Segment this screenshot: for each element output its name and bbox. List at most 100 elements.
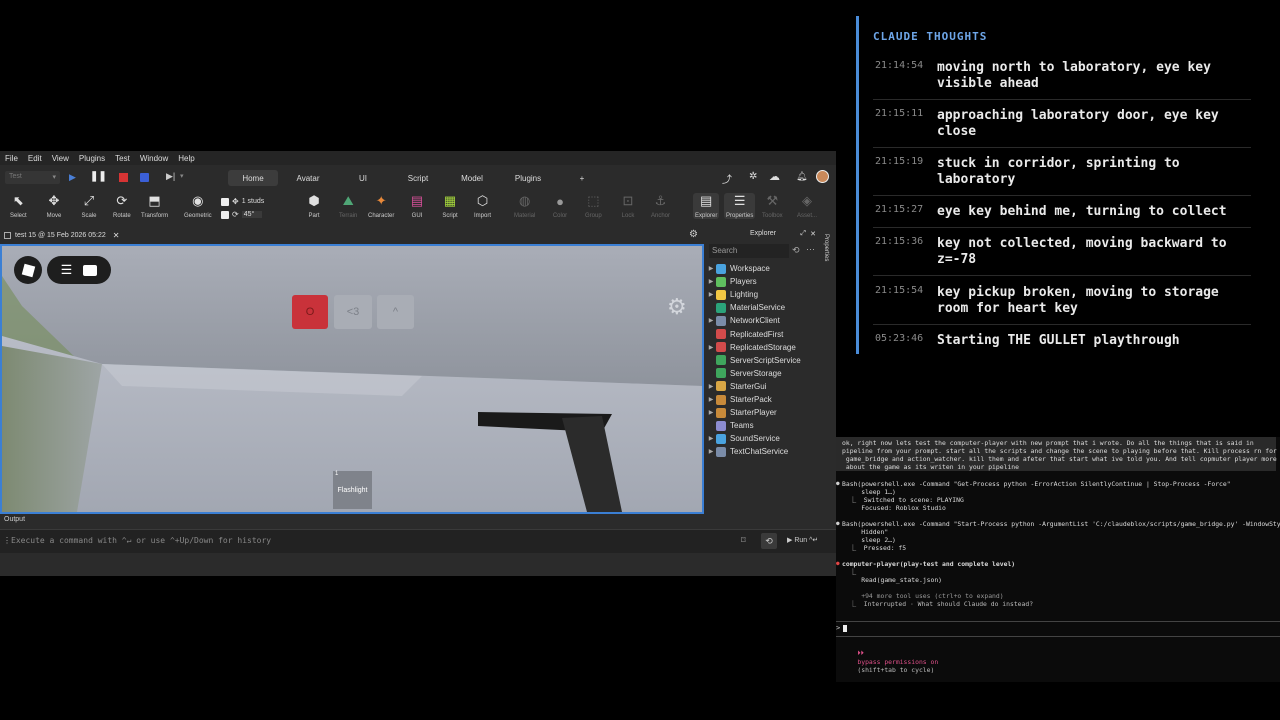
step-icon[interactable]: ▶| (166, 171, 175, 182)
move-tool[interactable]: ✥ Move (46, 193, 62, 219)
menu-file[interactable]: File (5, 154, 18, 163)
hotbar-slot[interactable]: 1 Flashlight (333, 471, 372, 509)
anchor-tool[interactable]: ⚓︎ Anchor (651, 193, 670, 219)
explorer-item[interactable]: ▶ StarterPlayer (706, 406, 777, 419)
share-icon[interactable]: ⤴ (722, 171, 732, 186)
search-input[interactable]: Search (712, 246, 737, 255)
chevron-right-icon[interactable]: ▶ (706, 409, 716, 416)
menu-window[interactable]: Window (140, 154, 168, 163)
command-input[interactable]: Execute a command with ^↵ or use ^+Up/Do… (11, 536, 271, 545)
chevron-right-icon[interactable]: ▶ (706, 435, 716, 442)
more-icon[interactable]: ⋯ (806, 244, 815, 255)
collaborate-icon[interactable]: ✲ (749, 171, 757, 182)
move-snap-row[interactable]: ✥ 1 studs (221, 195, 287, 208)
close-icon[interactable]: ✕ (113, 231, 120, 240)
explorer-item[interactable]: MaterialService (706, 301, 785, 314)
hud-button-heart[interactable]: <3 (334, 295, 372, 329)
scale-tool[interactable]: ⤢ Scale (81, 193, 97, 219)
menu-edit[interactable]: Edit (28, 154, 42, 163)
roblox-menu-button[interactable] (14, 256, 42, 284)
chevron-right-icon[interactable]: ▶ (706, 291, 716, 298)
character-tool[interactable]: ✦ Character (368, 193, 394, 219)
explorer-item[interactable]: ▶ SoundService (706, 432, 780, 445)
tab-script[interactable]: Script (400, 170, 436, 186)
material-tool[interactable]: ◍ Material (514, 193, 535, 219)
close-icon[interactable]: ✕ (810, 230, 816, 238)
gear-icon[interactable]: ⚙ (689, 229, 698, 240)
explorer-toggle[interactable]: ▤ Explorer (693, 193, 720, 219)
explorer-search[interactable]: Search (709, 244, 789, 258)
cloud-icon[interactable]: ☁ (769, 170, 780, 183)
explorer-item[interactable]: ▶ NetworkClient (706, 314, 780, 327)
select-tool[interactable]: ⬉ Select (10, 193, 27, 219)
run-button[interactable]: ▶ Run ^↵ (787, 536, 818, 544)
explorer-item[interactable]: ▶ StarterGui (706, 380, 766, 393)
chevron-right-icon[interactable]: ▶ (706, 317, 716, 324)
color-tool[interactable]: ● Color (552, 193, 568, 220)
chevron-right-icon[interactable]: ▶ (706, 448, 716, 455)
menu-view[interactable]: View (52, 154, 69, 163)
menu-test[interactable]: Test (115, 154, 130, 163)
tab-model[interactable]: Model (454, 170, 490, 186)
explorer-item[interactable]: ▶ TextChatService (706, 445, 788, 458)
pin-icon[interactable]: ⤢ (800, 230, 806, 238)
tab-avatar[interactable]: Avatar (288, 170, 328, 186)
gui-tool[interactable]: ▤ GUI (409, 193, 425, 219)
import-tool[interactable]: ⬡ Import (474, 193, 491, 219)
hud-button-eye[interactable]: O (292, 295, 328, 329)
test-mode-dropdown[interactable]: Test ▾ (5, 171, 60, 184)
explorer-item[interactable]: Teams (706, 419, 754, 432)
lock-tool[interactable]: ⊡ Lock (620, 193, 636, 219)
document-tab[interactable]: test 15 @ 15 Feb 2026 05:22 ✕ (4, 230, 119, 241)
geometric-tool[interactable]: ◉ Geometric (184, 193, 212, 219)
explorer-item[interactable]: ▶ StarterPack (706, 393, 772, 406)
chevron-right-icon[interactable]: ▶ (706, 278, 716, 285)
tab-home[interactable]: Home (228, 170, 278, 186)
hud-button-up[interactable]: ^ (377, 295, 414, 329)
asset-toggle[interactable]: ◈ Asset... (797, 193, 817, 219)
history-icon[interactable]: ⟲ (792, 245, 800, 256)
rotate-snap-row[interactable]: ⟳ 45° (221, 208, 287, 221)
chat-icon[interactable] (83, 264, 98, 276)
rotate-tool[interactable]: ⟳ Rotate (113, 193, 131, 219)
chevron-right-icon[interactable]: ▶ (706, 265, 716, 272)
explorer-item[interactable]: ▶ Workspace (706, 262, 770, 275)
terrain-tool[interactable]: ⛰ Terrain (339, 193, 357, 219)
explorer-item[interactable]: ▶ Lighting (706, 288, 758, 301)
explorer-item[interactable]: ▶ Players (706, 275, 757, 288)
menu-plugins[interactable]: Plugins (79, 154, 105, 163)
hamburger-icon[interactable]: ☰ (61, 262, 73, 278)
chevron-right-icon[interactable]: ▶ (706, 344, 716, 351)
game-viewport[interactable]: ☰ O <3 ^ ⚙ 1 Flashlight (0, 244, 704, 514)
explorer-item[interactable]: ServerStorage (706, 367, 782, 380)
tab-add[interactable]: + (575, 170, 589, 186)
toolbox-toggle[interactable]: ⚒ Toolbox (762, 193, 783, 219)
chevron-right-icon[interactable]: ▶ (706, 396, 716, 403)
explorer-item[interactable]: ReplicatedFirst (706, 328, 783, 341)
avatar[interactable] (816, 170, 829, 183)
explorer-item[interactable]: ServerScriptService (706, 354, 801, 367)
properties-rail-label[interactable]: Properties (823, 234, 829, 261)
properties-toggle[interactable]: ☰ Properties (724, 193, 756, 219)
tab-ui[interactable]: UI (348, 170, 378, 186)
group-tool[interactable]: ⬚ Group (585, 193, 602, 219)
stop-icon[interactable] (119, 173, 128, 182)
tab-plugins[interactable]: Plugins (508, 170, 548, 186)
bell-icon[interactable]: 🔔︎ (796, 171, 807, 182)
degrees-value[interactable]: 45° (241, 211, 263, 218)
bookmark-icon[interactable]: ⌑ (741, 535, 746, 546)
terminal-input[interactable]: > (836, 624, 1280, 634)
checkbox-icon[interactable] (221, 210, 229, 219)
script-tool[interactable]: ▦ Script (442, 193, 458, 219)
permission-status[interactable]: ⏵⏵ bypass permissions on (shift+tab to c… (842, 641, 938, 682)
transform-tool[interactable]: ⬒ Transform (141, 193, 168, 219)
chevron-right-icon[interactable]: ▶ (706, 383, 716, 390)
settings-gear-icon[interactable]: ⚙ (667, 294, 687, 320)
part-tool[interactable]: ⬢ Part (306, 193, 322, 219)
pause-icon[interactable]: ❚❚ (90, 171, 107, 182)
client-server-icon[interactable] (140, 173, 149, 182)
output-title[interactable]: Output (4, 516, 25, 523)
explorer-item[interactable]: ▶ ReplicatedStorage (706, 341, 796, 354)
studs-value[interactable]: 1 studs (242, 198, 265, 205)
play-icon[interactable]: ▶ (69, 172, 76, 183)
